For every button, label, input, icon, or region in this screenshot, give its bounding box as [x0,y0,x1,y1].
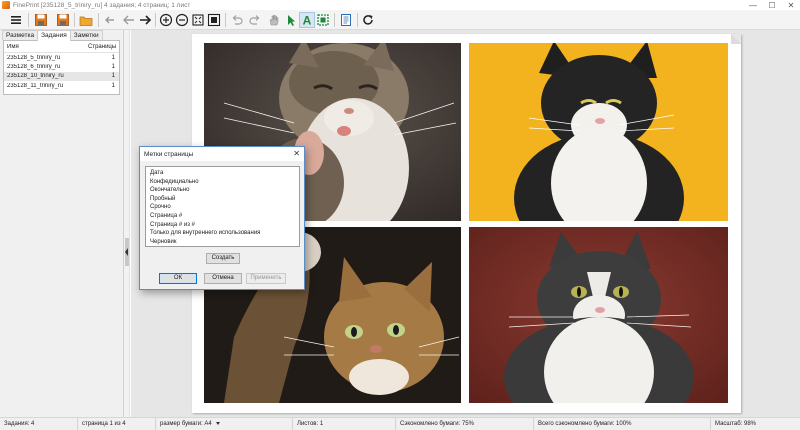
status-total-saved: Всего сэкономлено бумаги: 100% [534,418,711,430]
zoom-out-icon[interactable] [174,12,190,28]
status-zoom: Масштаб: 98% [715,421,757,427]
jobs-table: Имя Страницы 235128_5_triniry_ru 1 23512… [3,40,120,95]
panel-splitter[interactable] [124,30,130,417]
title-bar: FinePrint [235128_5_triniry_ru] 4 задани… [0,0,800,10]
job-name: 235128_5_triniry_ru [7,54,61,61]
table-header: Имя Страницы [4,41,119,53]
list-item[interactable]: Конфедициально [146,178,299,187]
tab-layout[interactable]: Разметка [2,30,39,40]
list-item[interactable]: Страница # [146,212,299,221]
status-saved: Сэкономлено бумаги: 75% [396,418,534,430]
status-jobs: Задания: 4 [0,418,78,430]
column-pages-header[interactable]: Страницы [86,44,119,50]
status-paper-size[interactable]: размер бумаги: A4 [156,418,293,430]
undo-icon[interactable] [229,12,245,28]
cancel-button[interactable]: Отмена [204,273,242,284]
job-name: 235128_6_triniry_ru [7,64,61,71]
save-icon[interactable] [33,12,49,28]
open-folder-icon[interactable] [78,12,94,28]
list-item[interactable]: Дата [146,169,299,178]
list-item[interactable]: Страница # из # [146,221,299,230]
grid-icon[interactable] [206,12,222,28]
job-name: 235128_11_triniry_ru [7,82,64,89]
undo-icon[interactable] [102,12,118,28]
refresh-icon[interactable] [360,12,376,28]
status-page: страница 1 из 4 [78,418,156,430]
table-row[interactable]: 235128_5_triniry_ru 1 [4,53,119,62]
paper-size-label: размер бумаги: A4 [160,421,212,427]
table-row[interactable]: 235128_11_triniry_ru 1 [4,81,119,90]
maximize-button[interactable]: ☐ [763,0,781,10]
tab-jobs[interactable]: Задания [37,30,71,41]
zoom-in-icon[interactable] [158,12,174,28]
fit-page-icon[interactable] [190,12,206,28]
labels-list[interactable]: Дата Конфедициально Окончательно Пробный… [145,166,300,247]
list-item[interactable]: Окончательно [146,186,299,195]
left-panel: Разметка Задания Заметки Имя Страницы 23… [0,30,124,417]
minimize-button[interactable]: — [744,0,762,10]
cat-photo-fluffy-tuxedo-red-background [469,227,728,403]
collapse-panel-icon[interactable] [125,238,129,266]
list-item[interactable]: Срочно [146,203,299,212]
menu-icon[interactable] [8,12,24,28]
create-button[interactable]: Создать [206,253,240,264]
save-icon[interactable] [55,12,71,28]
column-name-header[interactable]: Имя [4,44,86,50]
apply-button[interactable]: Применить [246,273,286,284]
list-item[interactable]: Только для внутреннего использования [146,229,299,238]
job-pages: 1 [111,82,115,89]
cat-photo-tuxedo-yellow-background [469,43,728,221]
panel-tabs: Разметка Задания Заметки [2,30,103,41]
job-pages: 1 [111,54,115,61]
list-item[interactable]: Пробный [146,195,299,204]
job-pages: 1 [111,73,115,80]
text-tool-icon[interactable]: A [299,12,315,28]
close-window-button[interactable]: ✕ [782,0,800,10]
tab-notes[interactable]: Заметки [69,30,103,40]
ok-button[interactable]: ОК [159,273,197,284]
close-icon[interactable]: ✕ [293,149,300,158]
svg-text:A: A [303,14,312,28]
window-title: FinePrint [235128_5_triniry_ru] 4 задани… [13,1,191,9]
pointer-icon[interactable] [283,12,299,28]
job-name: 235128_10_triniry_ru [7,73,64,80]
chevron-down-icon [216,421,221,425]
table-row[interactable]: 235128_6_triniry_ru 1 [4,62,119,71]
dialog-title: Метки страницы [144,150,194,158]
toolbar: A [0,10,800,30]
document-icon[interactable] [338,12,354,28]
app-icon [2,1,10,9]
status-bar: Задания: 4 страница 1 из 4 размер бумаги… [0,417,800,430]
job-pages: 1 [111,64,115,71]
redo-icon[interactable] [247,12,263,28]
dialog-title-bar: Метки страницы ✕ [140,147,304,161]
page-corner-fold [731,34,741,44]
list-item[interactable]: Черновик [146,238,299,247]
back-arrow-icon[interactable] [121,12,137,28]
page-labels-dialog: Метки страницы ✕ Дата Конфедициально Око… [139,146,305,290]
hand-icon[interactable] [266,12,282,28]
crop-tool-icon[interactable] [315,12,331,28]
forward-arrow-icon[interactable] [137,12,153,28]
status-sheets: Листов: 1 [293,418,396,430]
table-row[interactable]: 235128_10_triniry_ru 1 [4,71,119,82]
